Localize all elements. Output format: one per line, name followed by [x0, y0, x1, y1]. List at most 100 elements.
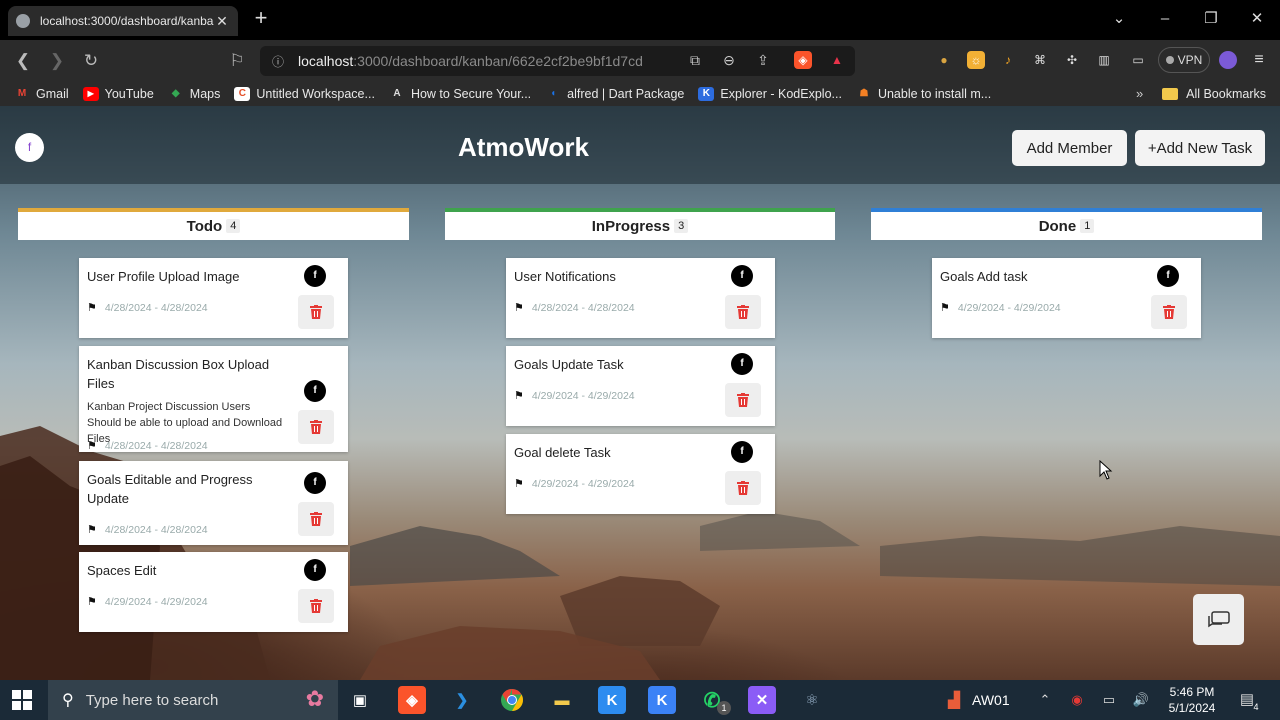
task-card[interactable]: Spaces Edit ⚑ 4/29/2024 - 4/29/2024 f — [79, 552, 348, 632]
task-card[interactable]: Goal delete Task ⚑ 4/29/2024 - 4/29/2024 … — [506, 434, 775, 514]
bookmark-item[interactable]: ◆ Maps — [168, 87, 220, 101]
wallet-icon[interactable]: ▭ — [1129, 51, 1147, 69]
tab-close-icon[interactable]: ✕ — [214, 13, 230, 30]
bookmark-label: Untitled Workspace... — [256, 87, 375, 101]
card-date-range: ⚑ 4/29/2024 - 4/29/2024 — [514, 477, 635, 491]
bookmarks-overflow-button[interactable]: » — [1136, 82, 1143, 106]
delete-task-button[interactable] — [298, 502, 334, 536]
code-extension-icon[interactable]: ⌘ — [1031, 51, 1049, 69]
site-info-icon[interactable]: ⓘ — [272, 53, 284, 70]
column-todo: Todo 4 — [18, 208, 409, 240]
browser-tab-bar: localhost:3000/dashboard/kanban/662e2cf … — [0, 0, 1280, 40]
all-bookmarks-button[interactable]: All Bookmarks — [1162, 82, 1266, 106]
taskbar-search-box[interactable]: ⚲ Type here to search ✿ — [48, 680, 338, 720]
column-done: Done 1 — [871, 208, 1262, 240]
assignee-avatar[interactable]: f — [304, 265, 326, 287]
windows-start-icon[interactable] — [12, 690, 32, 710]
paw-extension-icon[interactable]: ♪ — [999, 51, 1017, 69]
column-title: Done — [1038, 217, 1077, 235]
vscode-icon[interactable]: ❯ — [448, 686, 476, 714]
kotlin-app-icon[interactable]: K — [598, 686, 626, 714]
battery-icon[interactable]: ▭ — [1100, 691, 1118, 709]
auth0-icon: A — [393, 88, 401, 99]
electron-icon[interactable]: ⚛ — [798, 686, 826, 714]
add-member-button[interactable]: Add Member — [1012, 130, 1127, 166]
restore-button[interactable]: ❐ — [1200, 8, 1222, 30]
delete-task-button[interactable] — [725, 295, 761, 329]
assignee-avatar[interactable]: f — [731, 441, 753, 463]
menu-icon[interactable]: ≡ — [1250, 51, 1268, 69]
delete-task-button[interactable] — [298, 410, 334, 444]
discussion-chat-button[interactable] — [1193, 594, 1244, 645]
puzzle-icon[interactable]: ✣ — [1063, 51, 1081, 69]
browser-toolbar: ❮ ❯ ↻ ⚐ ⓘ localhost :3000/dashboard/kanb… — [0, 40, 1280, 82]
task-card[interactable]: Goals Add task ⚑ 4/29/2024 - 4/29/2024 f — [932, 258, 1201, 338]
bookmark-item[interactable]: M Gmail — [14, 87, 69, 101]
kodexplorer-icon: K — [698, 87, 715, 101]
task-view-icon[interactable]: ▣ — [346, 686, 374, 714]
bookmark-item[interactable]: ☗ Unable to install m... — [856, 87, 991, 101]
delete-task-button[interactable] — [1151, 295, 1187, 329]
chrome-icon[interactable] — [498, 686, 526, 714]
share-icon[interactable]: ⇪ — [752, 49, 774, 71]
assignee-avatar[interactable]: f — [731, 353, 753, 375]
forward-button[interactable]: ❯ — [45, 49, 69, 73]
kodexplorer-app-icon[interactable]: K — [648, 686, 676, 714]
postman-icon[interactable]: ✕ — [748, 686, 776, 714]
card-date-range: ⚑ 4/28/2024 - 4/28/2024 — [514, 301, 635, 315]
brave-browser-icon[interactable]: ◈ — [398, 686, 426, 714]
bookmark-item[interactable]: K Explorer - KodExplo... — [698, 87, 842, 101]
assignee-avatar[interactable]: f — [1157, 265, 1179, 287]
card-date: 4/28/2024 - 4/28/2024 — [104, 439, 208, 452]
assignee-avatar[interactable]: f — [304, 472, 326, 494]
bookmark-item[interactable]: C Untitled Workspace... — [234, 87, 375, 101]
url-path: :3000/dashboard/kanban/662e2cf2be9bf1d7c… — [353, 53, 644, 69]
reload-button[interactable]: ↻ — [79, 49, 103, 73]
sidebar-icon[interactable]: ▥ — [1095, 51, 1113, 69]
delete-task-button[interactable] — [298, 295, 334, 329]
assignee-avatar[interactable]: f — [731, 265, 753, 287]
bookmarks-bar: M Gmail ▶ YouTube ◆ Maps C Untitled Work… — [0, 82, 1280, 106]
browser-tab[interactable]: localhost:3000/dashboard/kanban/662e2cf … — [8, 6, 238, 36]
system-clock[interactable]: 5:46 PM 5/1/2024 — [1166, 684, 1218, 716]
vpn-button[interactable]: VPN — [1158, 47, 1210, 73]
extension-icon[interactable]: ☼ — [967, 51, 985, 69]
zoom-icon[interactable]: ⊖ — [718, 49, 740, 71]
delete-task-button[interactable] — [725, 383, 761, 417]
open-in-window-icon[interactable]: ⧉ — [684, 49, 706, 71]
close-window-button[interactable]: ✕ — [1246, 8, 1268, 30]
card-title: Goal delete Task — [514, 445, 611, 460]
column-title: Todo — [186, 217, 223, 235]
brave-rewards-icon[interactable]: ▲ — [828, 51, 846, 69]
user-avatar[interactable]: f — [15, 133, 44, 162]
app-header: f AtmoWork Add Member +Add New Task — [0, 106, 1280, 184]
card-date: 4/28/2024 - 4/28/2024 — [531, 301, 635, 314]
delete-task-button[interactable] — [725, 471, 761, 505]
record-icon[interactable]: ◉ — [1068, 691, 1086, 709]
bookmark-item[interactable]: ◖ alfred | Dart Package — [545, 87, 684, 101]
trash-icon — [310, 305, 322, 319]
new-tab-button[interactable]: + — [250, 7, 272, 30]
volume-icon[interactable]: 🔊 — [1132, 691, 1150, 709]
back-button[interactable]: ❮ — [11, 49, 35, 73]
task-card[interactable]: User Profile Upload Image ⚑ 4/28/2024 - 4… — [79, 258, 348, 338]
bookmark-item[interactable]: ▶ YouTube — [82, 87, 154, 101]
assignee-avatar[interactable]: f — [304, 380, 326, 402]
brave-shield-icon[interactable]: ◈ — [794, 51, 812, 69]
file-explorer-icon[interactable]: ▬ — [548, 686, 576, 714]
task-card[interactable]: User Notifications ⚑ 4/28/2024 - 4/28/202… — [506, 258, 775, 338]
add-new-task-button[interactable]: +Add New Task — [1135, 130, 1265, 166]
delete-task-button[interactable] — [298, 589, 334, 623]
task-card[interactable]: Goals Update Task ⚑ 4/29/2024 - 4/29/2024… — [506, 346, 775, 426]
bookmark-item[interactable]: A How to Secure Your... — [389, 87, 531, 101]
minimize-button[interactable]: – — [1154, 8, 1176, 30]
task-card[interactable]: Kanban Discussion Box Upload Files Kanba… — [79, 346, 348, 452]
show-hidden-icons-icon[interactable]: ⌃ — [1036, 691, 1054, 709]
aws-tray-icon[interactable]: ▟ — [940, 686, 968, 714]
assignee-avatar[interactable]: f — [304, 559, 326, 581]
leo-ai-icon[interactable] — [1219, 51, 1237, 69]
cookie-extension-icon[interactable]: ● — [935, 51, 953, 69]
bookmark-icon[interactable]: ⚐ — [225, 49, 249, 73]
tab-search-chevron-icon[interactable]: ⌄ — [1108, 8, 1130, 30]
task-card[interactable]: Goals Editable and Progress Update ⚑ 4/28… — [79, 461, 348, 545]
